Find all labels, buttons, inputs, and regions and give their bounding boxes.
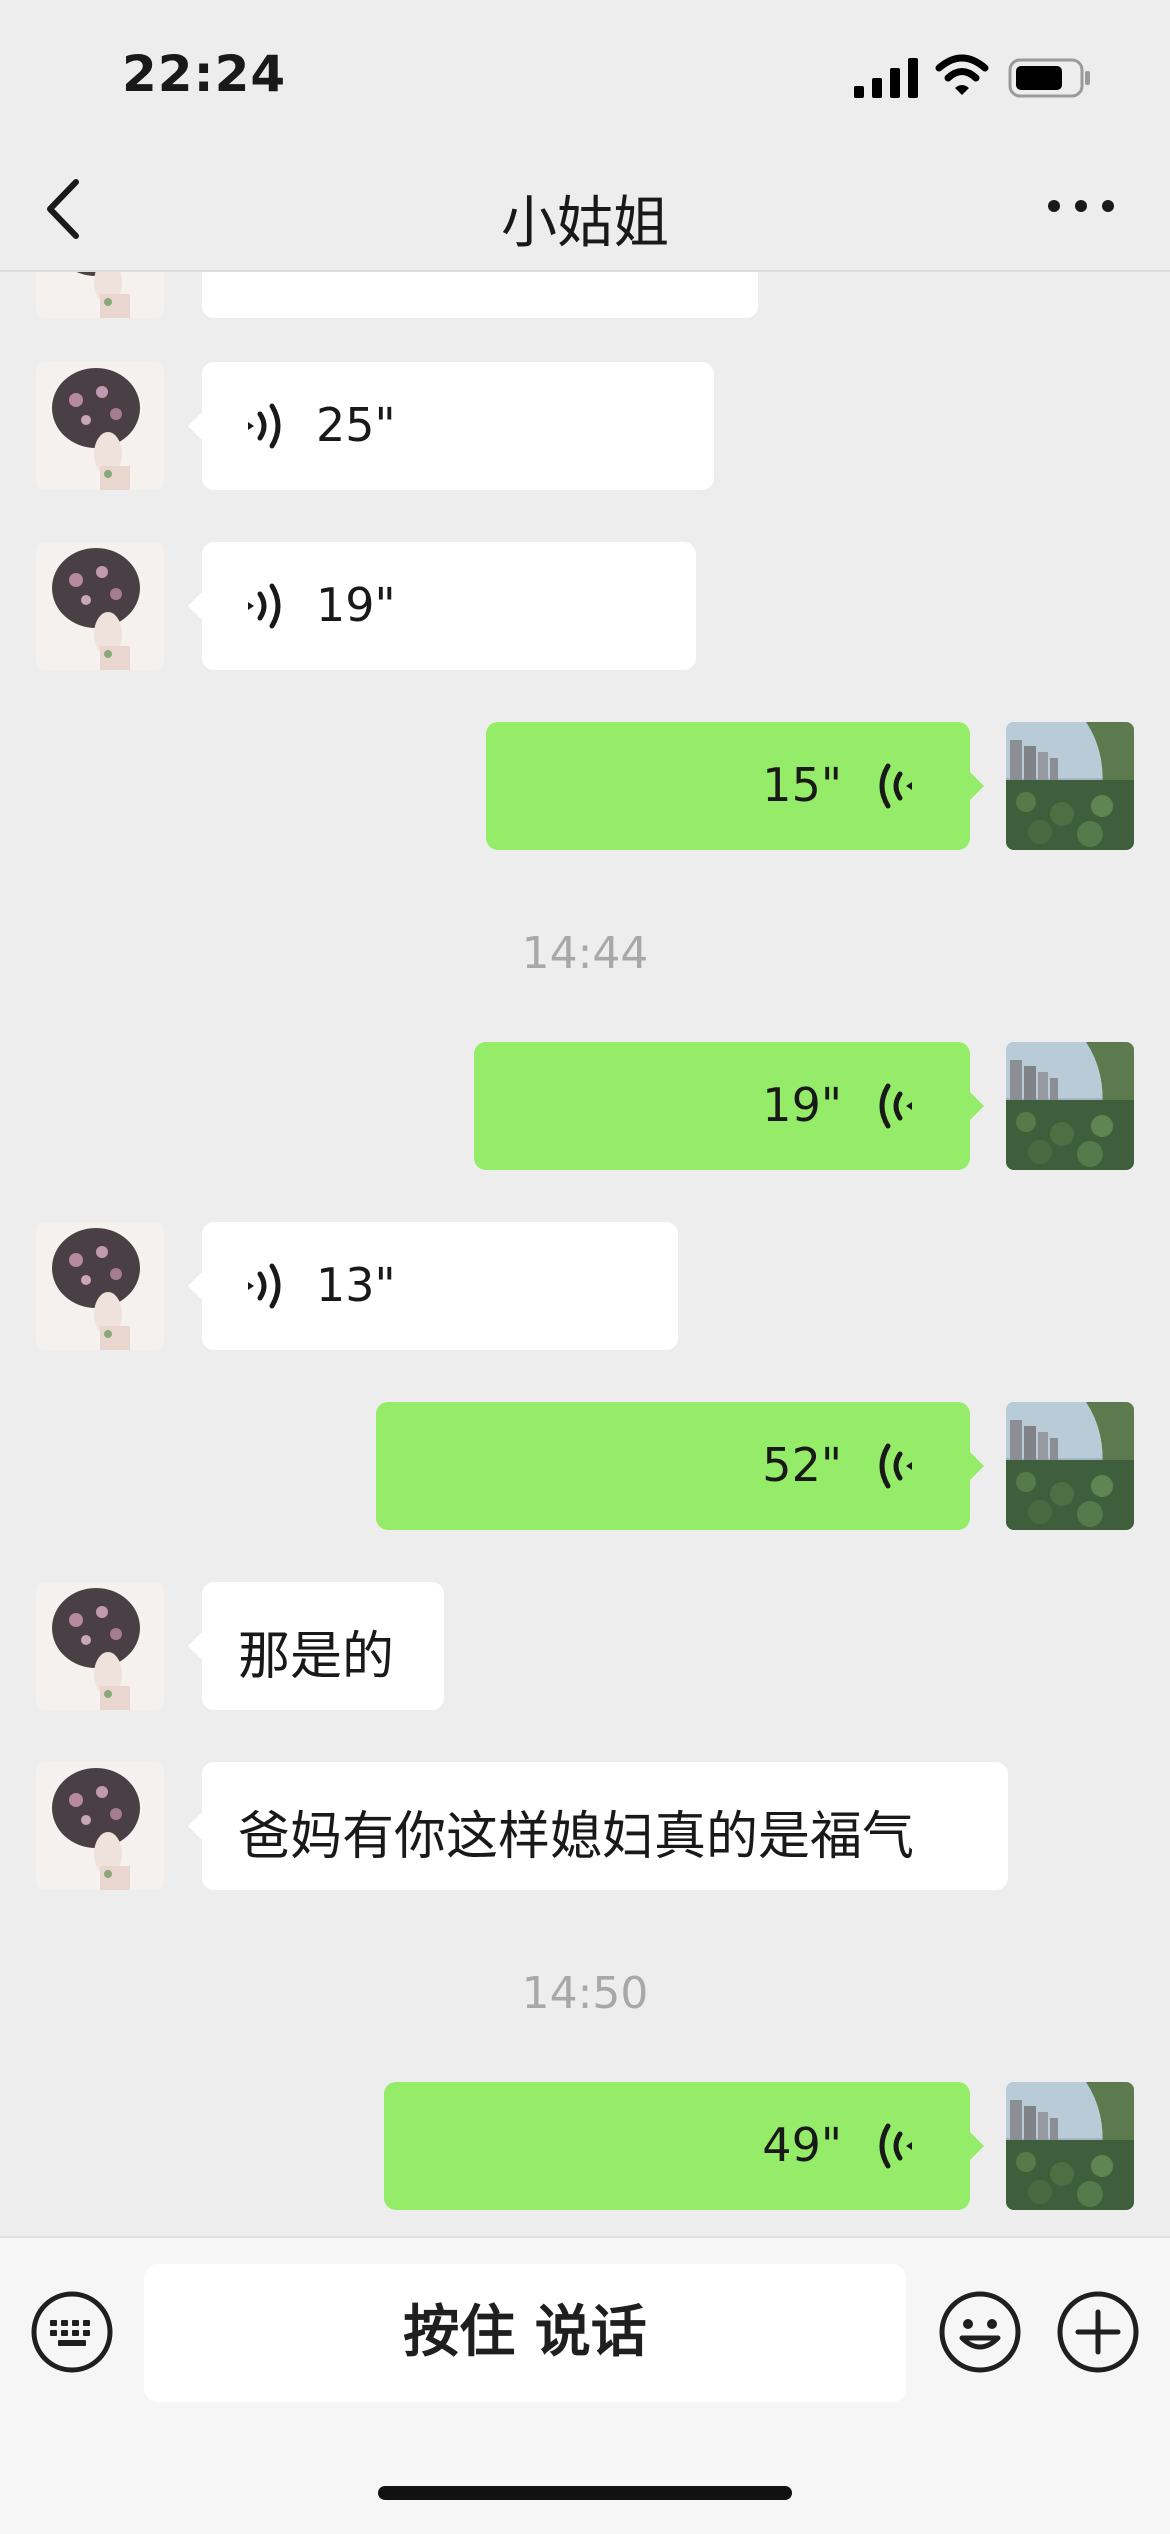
emoji-icon[interactable] — [938, 2290, 1022, 2374]
voice-message-bubble[interactable]: 19" — [474, 1042, 984, 1170]
voice-duration: 49" — [762, 2118, 842, 2172]
time-separator: 14:50 — [521, 1968, 649, 2019]
voice-playback-icon — [244, 400, 288, 452]
chat-header: 小姑姐 — [0, 150, 1170, 272]
my-avatar[interactable] — [1006, 1402, 1134, 1530]
voice-duration: 19" — [316, 578, 396, 632]
cellular-signal-icon — [854, 58, 918, 98]
incoming-message-bubble[interactable] — [202, 272, 758, 318]
battery-icon — [1008, 58, 1090, 98]
voice-playback-icon — [244, 580, 288, 632]
contact-avatar[interactable] — [36, 362, 164, 490]
status-time: 22:24 — [122, 45, 287, 103]
message-list[interactable]: 25" 19" 15" 14:44 19" 13" 52" 那是的 爸妈有你这样… — [0, 272, 1170, 2236]
more-functions-plus-icon[interactable] — [1056, 2290, 1140, 2374]
voice-playback-icon — [872, 1440, 916, 1492]
text-message-bubble[interactable]: 那是的 — [188, 1582, 444, 1710]
voice-message-bubble[interactable]: 52" — [376, 1402, 984, 1530]
time-separator: 14:44 — [521, 928, 649, 979]
contact-avatar[interactable] — [36, 1222, 164, 1350]
my-avatar[interactable] — [1006, 2082, 1134, 2210]
voice-playback-icon — [872, 760, 916, 812]
voice-playback-icon — [244, 1260, 288, 1312]
my-avatar[interactable] — [1006, 722, 1134, 850]
voice-playback-icon — [872, 2120, 916, 2172]
voice-message-bubble[interactable]: 15" — [486, 722, 984, 850]
voice-message-bubble[interactable]: 19" — [188, 542, 696, 670]
keyboard-toggle-icon[interactable] — [30, 2290, 114, 2374]
voice-message-bubble[interactable]: 25" — [188, 362, 714, 490]
chat-title: 小姑姐 — [501, 191, 669, 256]
contact-avatar[interactable] — [36, 542, 164, 670]
voice-duration: 13" — [316, 1258, 396, 1312]
wifi-icon — [935, 54, 989, 95]
message-text: 那是的 — [238, 1627, 395, 1687]
voice-duration: 25" — [316, 398, 396, 452]
voice-message-bubble[interactable]: 49" — [384, 2082, 984, 2210]
home-indicator[interactable] — [378, 2486, 792, 2500]
voice-playback-icon — [872, 1080, 916, 1132]
status-bar: 22:24 — [0, 0, 1170, 150]
voice-message-bubble[interactable]: 13" — [188, 1222, 678, 1350]
text-message-bubble[interactable]: 爸妈有你这样媳妇真的是福气 — [188, 1762, 1008, 1890]
more-options-icon[interactable] — [1046, 190, 1116, 222]
contact-avatar[interactable] — [36, 272, 164, 318]
voice-duration: 52" — [762, 1438, 842, 1492]
my-avatar[interactable] — [1006, 1042, 1134, 1170]
contact-avatar[interactable] — [36, 1582, 164, 1710]
hold-to-talk-button[interactable]: 按住 说话 — [144, 2264, 906, 2402]
voice-duration: 19" — [762, 1078, 842, 1132]
message-text: 爸妈有你这样媳妇真的是福气 — [238, 1807, 915, 1867]
voice-duration: 15" — [762, 758, 842, 812]
contact-avatar[interactable] — [36, 1762, 164, 1890]
